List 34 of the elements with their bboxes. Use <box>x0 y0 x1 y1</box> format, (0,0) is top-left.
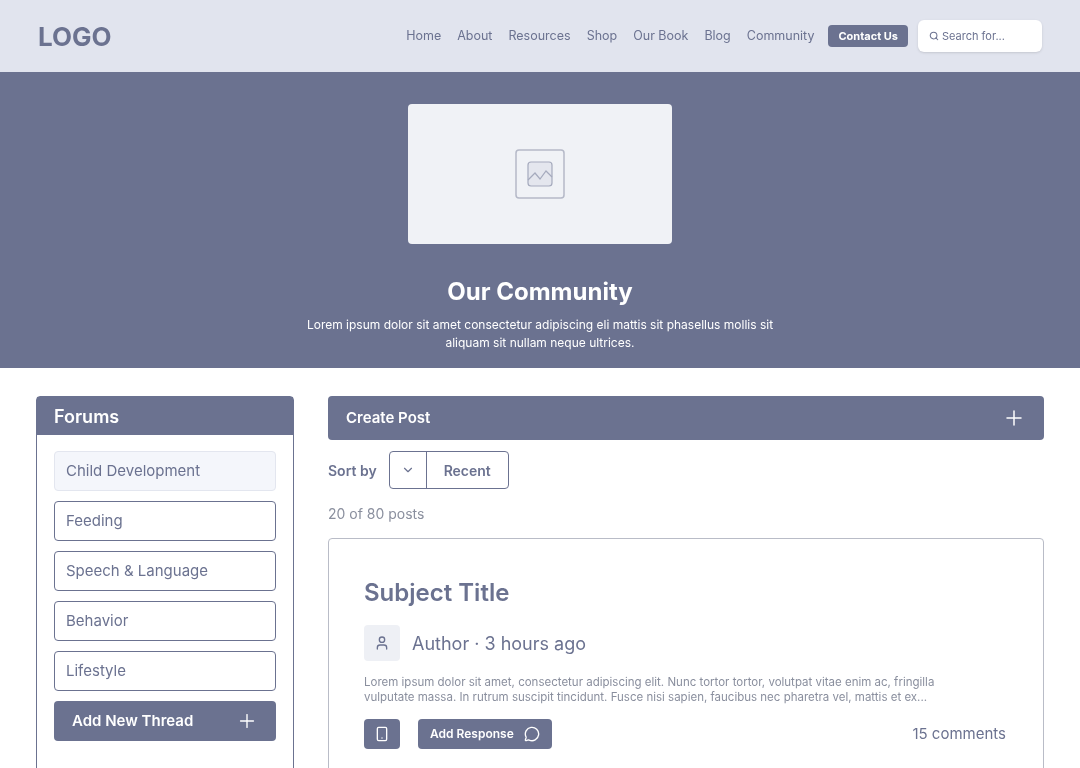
phone-button[interactable] <box>364 719 400 749</box>
forum-item[interactable]: Feeding <box>54 501 276 541</box>
nav-link[interactable]: Blog <box>702 26 733 46</box>
logo[interactable]: LOGO <box>38 16 112 56</box>
forum-item[interactable]: Behavior <box>54 601 276 641</box>
add-response-button[interactable]: Add Response <box>418 719 552 749</box>
post-title: Subject Title <box>364 577 511 609</box>
forum-item[interactable]: Lifestyle <box>54 651 276 691</box>
comment-icon <box>523 726 540 742</box>
contact-button[interactable]: Contact Us <box>828 24 908 48</box>
sort-dropdown[interactable]: Recent <box>388 451 509 489</box>
comment-count: 15 comments <box>912 722 1006 745</box>
nav-link[interactable]: Our Book <box>631 26 691 46</box>
nav-link[interactable]: Community <box>744 26 817 46</box>
post-author: Author · 3 hours ago <box>412 631 586 656</box>
nav-link[interactable]: Resources <box>506 26 573 46</box>
nav-link[interactable]: Shop <box>584 26 620 46</box>
search-icon <box>929 31 939 41</box>
forum-item[interactable]: Speech & Language <box>54 551 276 591</box>
user-icon <box>374 635 390 651</box>
image-icon <box>515 149 565 199</box>
hero-title: Our Community <box>447 276 633 308</box>
create-post-button[interactable]: Create Post <box>328 396 1044 440</box>
forum-item[interactable]: Child Development <box>54 451 276 491</box>
add-thread-button[interactable]: Add New Thread <box>54 701 276 741</box>
search-field[interactable]: Search for... <box>918 20 1042 52</box>
post-body: Lorem ipsum dolor sit amet, consectetur adipiscing elit. Nunc tortor tortor, volutpat vitae enim ac, fringilla vulputate massa. In rutrum suscipit tincidunt. Fusce nisi sapien, faucibus nec pharetra vel, mattis et ex... <box>364 675 936 705</box>
post-count: 20 of 80 posts <box>328 504 426 524</box>
nav-link[interactable]: About <box>455 26 495 46</box>
nav-link[interactable]: Home <box>404 26 444 46</box>
hero-text: Lorem ipsum dolor sit amet consectetur adipiscing eli mattis sit phasellus mollis sit aliquam sit nullam neque ultrices. <box>305 316 775 352</box>
forums-title: Forums <box>54 404 120 429</box>
sort-label: Sort by <box>328 460 377 481</box>
phone-icon <box>374 726 390 742</box>
